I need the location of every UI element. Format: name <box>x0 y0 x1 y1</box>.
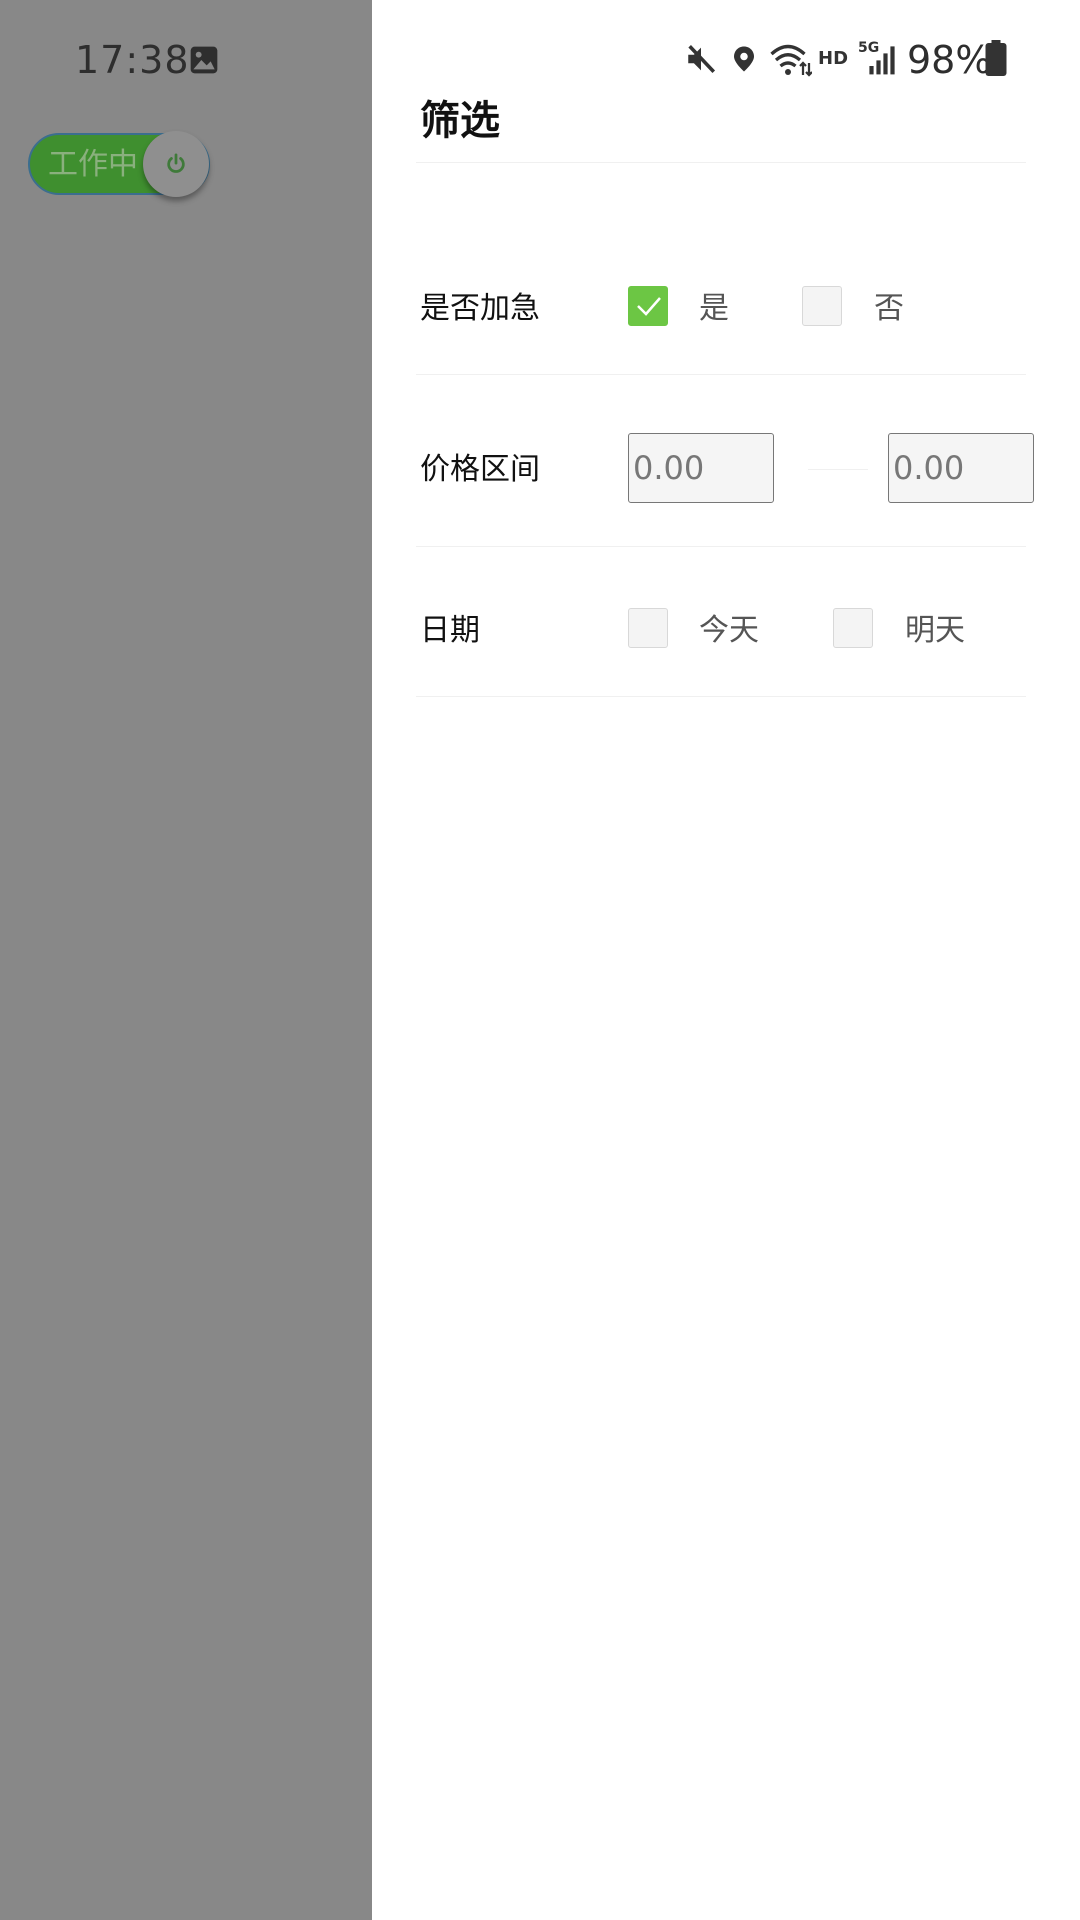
status-bar-icons: HD 5G 98% <box>372 36 1080 84</box>
date-today-checkbox[interactable] <box>628 608 668 648</box>
filter-drawer: HD 5G 98% 筛选 是否加急 是 否 价格区间 日期 今天 明天 <box>372 0 1080 1920</box>
signal-icon <box>869 46 895 75</box>
urgent-yes-checkbox[interactable] <box>628 286 668 326</box>
work-status-label: 工作中 <box>48 147 138 182</box>
divider <box>416 546 1026 547</box>
image-icon <box>190 46 218 74</box>
divider <box>416 374 1026 375</box>
wifi-icon <box>770 44 812 77</box>
drawer-title: 筛选 <box>420 98 500 144</box>
urgent-no-checkbox[interactable] <box>802 286 842 326</box>
dimmed-backdrop[interactable]: 17:38 工作中 <box>0 0 372 1920</box>
urgent-label: 是否加急 <box>420 291 540 326</box>
date-tomorrow-checkbox[interactable] <box>833 608 873 648</box>
toggle-knob[interactable] <box>143 131 209 197</box>
date-label: 日期 <box>420 613 480 648</box>
mute-icon <box>688 45 716 73</box>
divider <box>416 162 1026 163</box>
range-separator <box>808 469 868 470</box>
urgent-yes-label[interactable]: 是 <box>699 289 729 329</box>
price-min-input[interactable] <box>628 433 774 503</box>
urgent-no-label[interactable]: 否 <box>874 289 904 329</box>
date-tomorrow-label[interactable]: 明天 <box>905 611 965 651</box>
work-status-toggle[interactable]: 工作中 <box>28 131 210 197</box>
hd-label: HD <box>818 48 849 69</box>
price-range-label: 价格区间 <box>420 452 540 487</box>
location-icon <box>734 46 754 72</box>
battery-icon <box>985 40 1007 76</box>
divider <box>416 696 1026 697</box>
status-time: 17:38 <box>75 38 190 82</box>
power-icon <box>167 153 185 173</box>
price-max-input[interactable] <box>888 433 1034 503</box>
battery-percent: 98% <box>907 38 992 82</box>
check-icon <box>637 297 661 316</box>
date-today-label[interactable]: 今天 <box>699 611 759 651</box>
